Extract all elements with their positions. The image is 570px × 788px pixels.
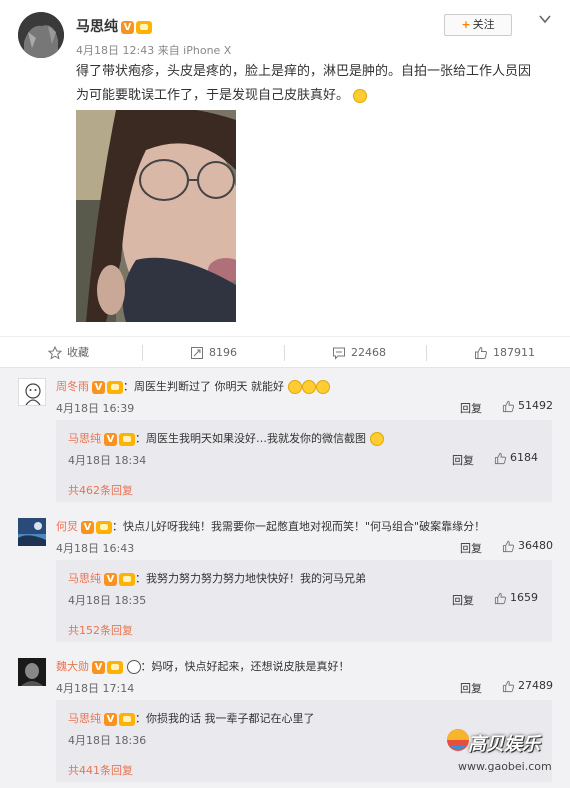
comment-like-button[interactable]: 36480 <box>502 539 553 553</box>
thumbs-up-icon <box>494 452 507 464</box>
comment-text: ：快点儿好呀我纯！我需要你一起憋直地对视而笑！"何马组合"破案靠缘分！ <box>112 520 486 533</box>
comment-line: 魏大勋 V ：妈呀，快点好起来，还想说皮肤是真好！ <box>56 658 350 674</box>
post-text: 得了带状疱疹，头皮是疼的，脸上是痒的，淋巴是肿的。自拍一张给工作人员因为可能要耽… <box>76 64 532 103</box>
verified-icon: V <box>104 712 117 726</box>
reply-button[interactable]: 回复 <box>452 592 474 608</box>
vip-icon <box>136 20 152 34</box>
favorite-button[interactable]: 收藏 <box>48 337 89 369</box>
reply-button[interactable]: 回复 <box>460 400 482 416</box>
author-name[interactable]: 马思纯 V <box>76 16 152 36</box>
thumbs-up-icon <box>502 680 515 692</box>
comment-text: ：妈呀，快点好起来，还想说皮肤是真好！ <box>140 660 350 673</box>
author-avatar[interactable] <box>18 12 64 58</box>
thumbs-up-icon <box>502 540 515 552</box>
vip-icon <box>119 572 135 586</box>
comment-time: 4月18日 16:43 <box>56 542 135 555</box>
commenter-avatar[interactable] <box>18 518 46 546</box>
thumbs-up-icon <box>475 346 487 359</box>
commenter-avatar[interactable] <box>18 378 46 406</box>
comment-text: ：周医生判断过了 你明天 就能好 <box>123 380 284 393</box>
cry-laugh-emoji-icon <box>315 380 330 394</box>
reply-like-button[interactable]: 6184 <box>494 451 538 465</box>
comment-line: 周冬雨 V ：周医生判断过了 你明天 就能好 <box>56 378 330 394</box>
commenter-name[interactable]: 魏大勋 <box>56 660 89 673</box>
more-replies-link[interactable]: 共441条回复 <box>68 762 133 778</box>
vip-icon <box>107 660 123 674</box>
repost-icon <box>191 347 203 359</box>
weibo-post: 马思纯 V 4月18日 12:43 来自 iPhone X + 关注 得了带状疱疹，… <box>0 0 570 335</box>
vip-icon <box>119 712 135 726</box>
panda-emoji-icon <box>126 660 141 674</box>
plus-icon: + <box>461 18 471 31</box>
reply-time: 4月18日 18:35 <box>68 594 147 607</box>
verified-icon: V <box>104 432 117 446</box>
post-meta: 4月18日 12:43 来自 iPhone X <box>76 44 232 57</box>
reply-time: 4月18日 18:34 <box>68 454 147 467</box>
follow-button[interactable]: + 关注 <box>444 14 512 36</box>
reply-line: 马思纯 V ：我努力努力努力努力地快快好！我的河马兄弟 <box>68 570 366 586</box>
vip-icon <box>107 380 123 394</box>
cry-laugh-emoji-icon <box>301 380 316 394</box>
reply-text: ：周医生我明天如果没好…我就发你的微信截图 <box>135 432 366 445</box>
reply-text: ：我努力努力努力努力地快快好！我的河马兄弟 <box>135 572 366 585</box>
vip-icon <box>96 520 112 534</box>
comment-line: 何炅 V ：快点儿好呀我纯！我需要你一起憋直地对视而笑！"何马组合"破案靠缘分！ <box>56 518 485 534</box>
comment-button[interactable]: 22468 <box>332 337 386 369</box>
watermark-url: www.gaobei.com <box>458 760 552 773</box>
smile-emoji-icon <box>353 88 368 103</box>
comment-time: 4月18日 17:14 <box>56 682 135 695</box>
commenter-name[interactable]: 何炅 <box>56 520 78 533</box>
reply-button[interactable]: 回复 <box>460 680 482 696</box>
cry-laugh-emoji-icon <box>287 380 302 394</box>
more-replies-link[interactable]: 共462条回复 <box>68 482 133 498</box>
verified-icon: V <box>104 572 117 586</box>
verified-icon: V <box>81 520 94 534</box>
comment-icon <box>333 347 345 360</box>
reply-text: ：你损我的话 我一辈子都记在心里了 <box>135 712 315 725</box>
action-bar: 收藏 8196 22468 187911 <box>0 336 570 368</box>
commenter-avatar[interactable] <box>18 658 46 686</box>
more-replies-link[interactable]: 共152条回复 <box>68 622 133 638</box>
repost-button[interactable]: 8196 <box>190 337 237 369</box>
divider <box>284 345 285 361</box>
thumbs-up-icon <box>494 592 507 604</box>
post-photo[interactable] <box>76 110 236 322</box>
thumbs-up-icon <box>502 400 515 412</box>
grin-emoji-icon <box>369 432 384 446</box>
reply-line: 马思纯 V ：你损我的话 我一辈子都记在心里了 <box>68 710 315 726</box>
comment-like-button[interactable]: 51492 <box>502 399 553 413</box>
reply-button[interactable]: 回复 <box>452 452 474 468</box>
replier-name[interactable]: 马思纯 <box>68 432 101 445</box>
verified-icon: V <box>121 20 134 34</box>
replier-name[interactable]: 马思纯 <box>68 572 101 585</box>
reply-line: 马思纯 V ：周医生我明天如果没好…我就发你的微信截图 <box>68 430 384 446</box>
comment-time: 4月18日 16:39 <box>56 402 135 415</box>
verified-icon: V <box>92 660 105 674</box>
star-icon <box>48 346 62 360</box>
watermark-text: 高贝娱乐 <box>468 734 540 755</box>
replier-name[interactable]: 马思纯 <box>68 712 101 725</box>
reply-time: 4月18日 18:36 <box>68 734 147 747</box>
chevron-down-icon[interactable] <box>538 12 552 26</box>
commenter-name[interactable]: 周冬雨 <box>56 380 89 393</box>
divider <box>426 345 427 361</box>
comment-like-button[interactable]: 27489 <box>502 679 553 693</box>
verified-icon: V <box>92 380 105 394</box>
reply-button[interactable]: 回复 <box>460 540 482 556</box>
vip-icon <box>119 432 135 446</box>
reply-like-button[interactable]: 1659 <box>494 591 538 605</box>
like-button[interactable]: 187911 <box>474 337 535 369</box>
divider <box>142 345 143 361</box>
